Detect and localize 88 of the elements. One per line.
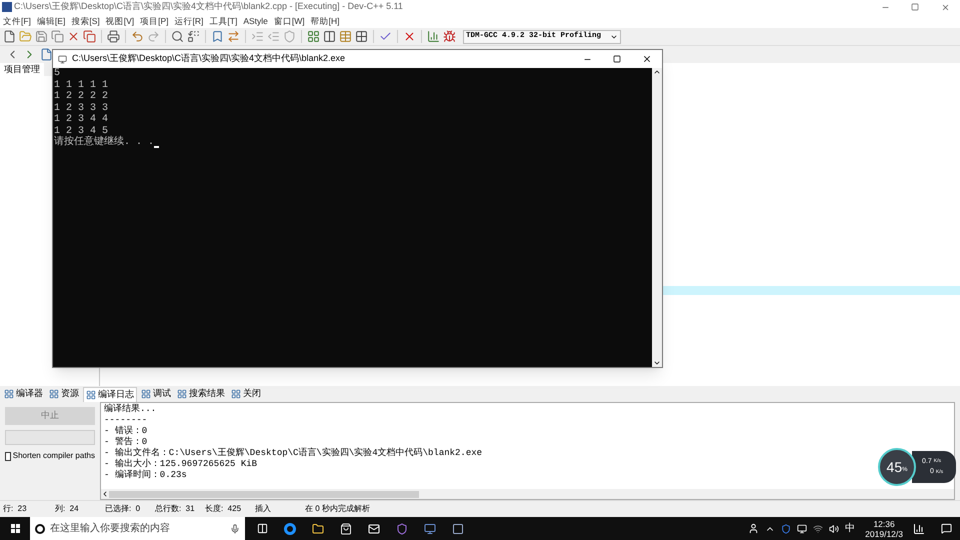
mail-icon[interactable]: [368, 522, 380, 534]
maximize-icon: [613, 55, 621, 63]
menu-item[interactable]: 工具[T]: [206, 14, 240, 28]
print-icon[interactable]: [107, 30, 120, 43]
menu-item[interactable]: 帮助[H]: [308, 14, 343, 28]
store-icon[interactable]: [340, 522, 352, 534]
console-line: 1 2 3 4 5: [54, 126, 108, 136]
status-field: 已选择: 0: [102, 503, 152, 515]
window-title: C:\Users\王俊辉\Desktop\C语言\实验四\实验4文档中代码\blank2.cpp - [Executing] - Dev-C++ 5.11: [14, 0, 403, 14]
menu-item[interactable]: 文件[F]: [0, 14, 34, 28]
console-line: 1 2 3 3 3: [54, 102, 108, 114]
status-field: 长度: 425: [202, 503, 252, 515]
undo-icon[interactable]: [131, 30, 144, 43]
grid-icon: [4, 389, 14, 399]
replace-icon[interactable]: [187, 30, 200, 43]
console-line: 1 2 2 2 2: [54, 91, 108, 102]
console-line: 1 1 1 1 1: [54, 80, 108, 91]
scroll-up-icon: [653, 68, 661, 76]
grid-icon: [49, 389, 59, 399]
status-field: 总行数: 31: [152, 503, 202, 515]
copy-icon[interactable]: [51, 30, 64, 43]
log-line: - 警告：0: [104, 437, 148, 448]
panel-tab[interactable]: 调试: [139, 386, 173, 402]
console-app-icon: [58, 54, 67, 64]
checkbox[interactable]: [5, 452, 11, 460]
status-field: 插入: [252, 503, 302, 515]
grid-icon: [231, 389, 241, 399]
new-file-icon[interactable]: [3, 30, 16, 43]
people-icon[interactable]: [748, 523, 760, 534]
status-field: 在 0 秒内完成解析: [302, 503, 462, 515]
log-line: - 错误：0: [104, 426, 148, 436]
input-method-indicator[interactable]: 中: [845, 521, 856, 536]
status-field: 行: 23: [0, 503, 52, 515]
app-icon: [2, 2, 12, 12]
scroll-down-icon: [653, 359, 661, 367]
log-line: - 输出文件名：C:\Users\王俊辉\Desktop\C语言\实验四\实验4文档中代码\blank2.exe: [104, 448, 482, 458]
panel-tab[interactable]: 搜索结果: [175, 386, 227, 402]
folder-icon[interactable]: [312, 522, 324, 534]
scroll-left-icon: [101, 490, 109, 498]
microphone-icon[interactable]: [230, 524, 240, 534]
menu-item[interactable]: 窗口[W]: [270, 14, 308, 28]
search-field[interactable]: 在这里输入你要搜索的内容: [50, 521, 225, 536]
task-view-icon[interactable]: [257, 523, 268, 534]
wifi-icon[interactable]: [813, 524, 824, 534]
menu-item[interactable]: AStyle: [240, 14, 271, 28]
panel-tab[interactable]: 关闭: [229, 386, 263, 402]
maximize-icon: [911, 3, 919, 11]
close-icon: [940, 2, 950, 12]
menu-item[interactable]: 视图[V]: [102, 14, 138, 28]
horizontal-scrollbar[interactable]: [101, 489, 954, 499]
taskbar-search-box[interactable]: 在这里输入你要搜索的内容: [30, 517, 245, 540]
panel-tab[interactable]: 编译器: [2, 386, 45, 402]
checkbox-label: Shorten compiler paths: [12, 450, 95, 462]
shield-icon[interactable]: [781, 524, 792, 534]
grid-icon: [141, 389, 151, 399]
console-line: 1 2 3 4 4: [54, 114, 108, 126]
grid-icon: [86, 390, 96, 400]
console-title: C:\Users\王俊辉\Desktop\C语言\实验四\实验4文档中代码\blank2.exe: [72, 52, 346, 66]
menu-item[interactable]: 运行[R]: [172, 14, 206, 28]
scrollbar-thumb[interactable]: [109, 490, 419, 498]
panel-tab[interactable]: 资源: [47, 386, 81, 402]
close-icon: [642, 54, 652, 64]
notifications-icon[interactable]: [941, 523, 952, 534]
panel-tab[interactable]: 编译日志: [83, 386, 137, 402]
log-line: 编译结果...: [104, 404, 156, 415]
grid-icon: [177, 389, 187, 399]
menu-item[interactable]: 搜索[S]: [68, 14, 103, 28]
bookmark-icon[interactable]: [211, 30, 224, 43]
text-cursor: [154, 146, 159, 148]
stop-icon[interactable]: [403, 30, 416, 43]
bar-chart-icon[interactable]: [913, 522, 925, 534]
console-line: 5: [54, 68, 60, 80]
panel-tab[interactable]: 项目管理: [0, 63, 44, 76]
menu-item[interactable]: 编辑[E]: [34, 14, 68, 28]
menu-item[interactable]: 项目[P]: [137, 14, 172, 28]
save-icon[interactable]: [35, 30, 48, 43]
log-line: - 输出大小：125.9697265625 KiB: [104, 459, 258, 470]
log-line: - 编译时间：0.23s: [104, 470, 187, 481]
console-line: 请按任意键继续. . .: [54, 137, 154, 148]
volume-icon[interactable]: [829, 524, 840, 534]
clock[interactable]: 12:36 2019/12/3: [861, 518, 907, 538]
close-file-icon[interactable]: [67, 30, 80, 43]
status-field: 列: 24: [52, 503, 102, 515]
debug-icon[interactable]: [443, 30, 456, 43]
search-icon[interactable]: [171, 30, 184, 43]
vertical-scrollbar[interactable]: [652, 68, 662, 367]
log-line: --------: [104, 415, 148, 426]
chart-icon[interactable]: [427, 30, 440, 43]
